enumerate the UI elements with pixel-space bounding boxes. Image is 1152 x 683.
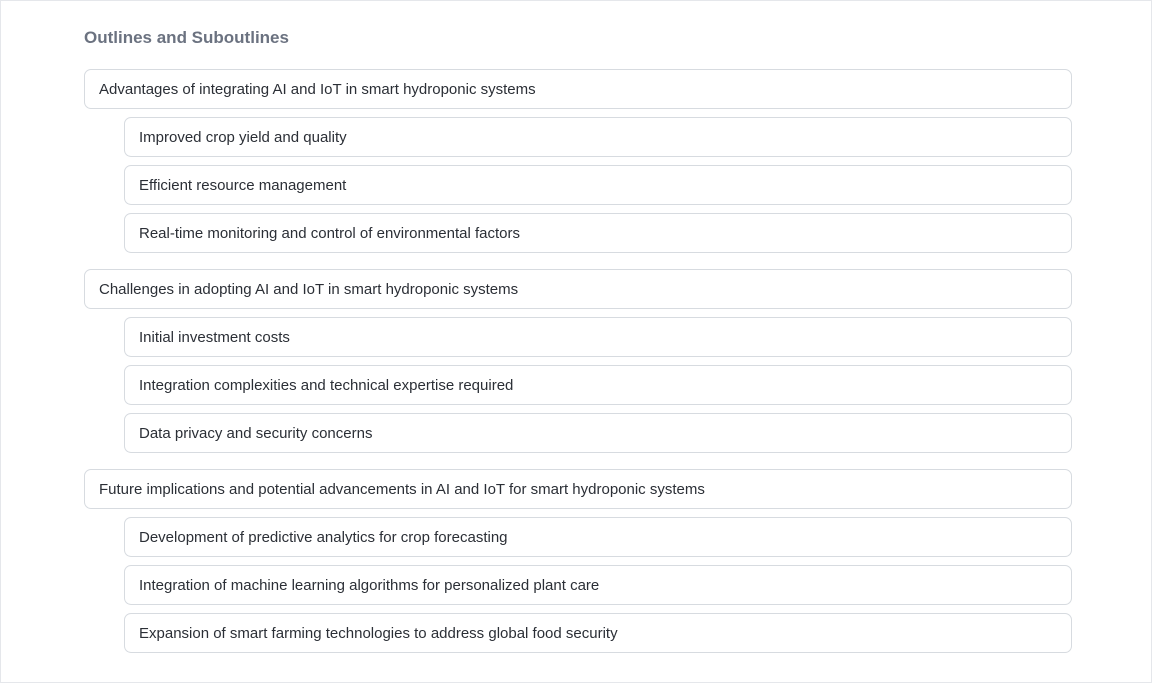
outline-list: Advantages of integrating AI and IoT in … xyxy=(84,69,1072,669)
suboutline-item[interactable]: Expansion of smart farming technologies … xyxy=(124,613,1072,653)
suboutline-item[interactable]: Data privacy and security concerns xyxy=(124,413,1072,453)
outline-item[interactable]: Future implications and potential advanc… xyxy=(84,469,1072,509)
suboutline-item[interactable]: Initial investment costs xyxy=(124,317,1072,357)
outline-group: Future implications and potential advanc… xyxy=(84,469,1072,653)
suboutline-item[interactable]: Real-time monitoring and control of envi… xyxy=(124,213,1072,253)
outline-group: Advantages of integrating AI and IoT in … xyxy=(84,69,1072,253)
suboutline-item[interactable]: Development of predictive analytics for … xyxy=(124,517,1072,557)
outline-group: Challenges in adopting AI and IoT in sma… xyxy=(84,269,1072,453)
outlines-panel: Outlines and Suboutlines Advantages of i… xyxy=(0,0,1152,683)
section-title: Outlines and Suboutlines xyxy=(84,28,289,47)
outline-item[interactable]: Challenges in adopting AI and IoT in sma… xyxy=(84,269,1072,309)
suboutline-item[interactable]: Improved crop yield and quality xyxy=(124,117,1072,157)
suboutline-item[interactable]: Integration of machine learning algorith… xyxy=(124,565,1072,605)
suboutline-item[interactable]: Efficient resource management xyxy=(124,165,1072,205)
outline-item[interactable]: Advantages of integrating AI and IoT in … xyxy=(84,69,1072,109)
suboutline-item[interactable]: Integration complexities and technical e… xyxy=(124,365,1072,405)
